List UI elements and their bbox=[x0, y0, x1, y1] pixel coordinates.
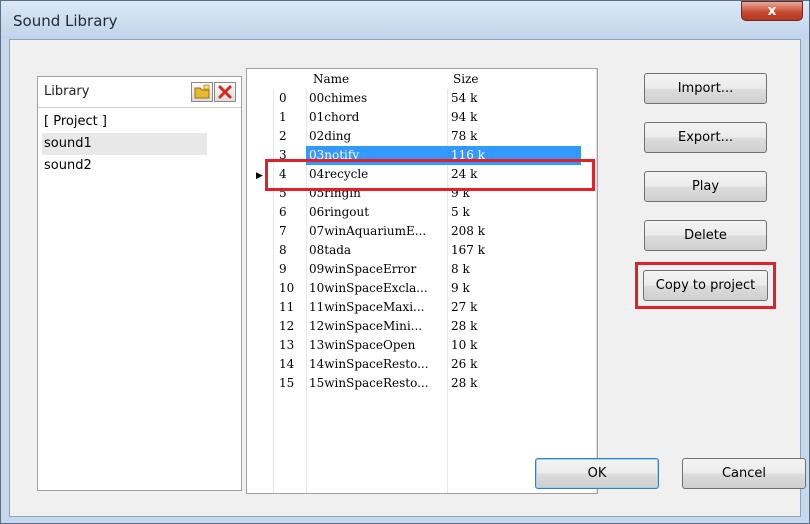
table-row[interactable]: 11 11winSpaceMaxi... 27 k bbox=[247, 298, 577, 317]
vertical-scrollbar[interactable]: ▲ ▼ bbox=[596, 69, 597, 493]
row-name-cell: 06ringout bbox=[309, 205, 370, 219]
delete-button[interactable]: Delete bbox=[644, 220, 767, 251]
row-index-cell: 6 bbox=[279, 205, 287, 219]
row-index-cell: 14 bbox=[279, 357, 295, 371]
table-row[interactable]: 14 14winSpaceResto... 26 k bbox=[247, 355, 577, 374]
row-index-cell: 10 bbox=[279, 281, 295, 295]
row-index-cell: 13 bbox=[279, 338, 295, 352]
row-name-cell: 13winSpaceOpen bbox=[309, 338, 416, 352]
library-item-sound2[interactable]: sound2 bbox=[42, 155, 207, 177]
table-row[interactable]: 15 15winSpaceResto... 28 k bbox=[247, 374, 577, 393]
folder-icon bbox=[194, 84, 210, 99]
row-name-cell: 15winSpaceResto... bbox=[309, 376, 429, 390]
library-item-label: sound1 bbox=[44, 136, 92, 151]
row-index-cell: 9 bbox=[279, 262, 287, 276]
row-index-cell: 0 bbox=[279, 91, 287, 105]
window-title: Sound Library bbox=[13, 12, 118, 30]
table-row[interactable]: 7 07winAquariumE... 208 k bbox=[247, 222, 577, 241]
column-header-size[interactable]: Size bbox=[453, 72, 478, 86]
table-row[interactable]: 6 06ringout 5 k bbox=[247, 203, 577, 222]
row-name-cell: 08tada bbox=[309, 243, 352, 257]
close-icon: x bbox=[767, 3, 777, 19]
row-name-cell: 00chimes bbox=[309, 91, 368, 105]
row-size-cell: 8 k bbox=[451, 262, 470, 276]
row-size-cell: 10 k bbox=[451, 338, 478, 352]
row-size-cell: 78 k bbox=[451, 129, 478, 143]
copy-to-project-button[interactable]: Copy to project bbox=[643, 270, 768, 301]
library-item-label: [ Project ] bbox=[44, 114, 107, 129]
table-row[interactable]: 2 02ding 78 k bbox=[247, 127, 577, 146]
delete-library-button[interactable] bbox=[214, 82, 236, 102]
close-button[interactable]: x bbox=[741, 1, 803, 21]
row-index-cell: 11 bbox=[279, 300, 295, 314]
row-size-cell: 5 k bbox=[451, 205, 470, 219]
table-row[interactable]: 10 10winSpaceExcla... 9 k bbox=[247, 279, 577, 298]
title-bar: Sound Library x bbox=[1, 1, 809, 39]
ok-button[interactable]: OK bbox=[535, 458, 659, 489]
table-row[interactable]: 9 09winSpaceError 8 k bbox=[247, 260, 577, 279]
import-button[interactable]: Import... bbox=[644, 73, 767, 104]
library-title: Library bbox=[44, 84, 90, 99]
row-size-cell: 94 k bbox=[451, 110, 478, 124]
row-size-cell: 54 k bbox=[451, 91, 478, 105]
table-row[interactable]: 12 12winSpaceMini... 28 k bbox=[247, 317, 577, 336]
row-index-cell: 7 bbox=[279, 224, 287, 238]
row-name-cell: 12winSpaceMini... bbox=[309, 319, 423, 333]
library-item-sound1[interactable]: sound1 bbox=[42, 133, 207, 155]
current-row-pointer-icon: ▶ bbox=[256, 171, 263, 181]
export-button[interactable]: Export... bbox=[644, 122, 767, 153]
row-size-cell: 9 k bbox=[451, 281, 470, 295]
library-panel: Library [ Project ] sound1 sound2 bbox=[37, 76, 242, 491]
library-header: Library bbox=[38, 77, 241, 108]
cancel-button[interactable]: Cancel bbox=[682, 458, 806, 489]
row-index-cell: 1 bbox=[279, 110, 287, 124]
library-item-label: sound2 bbox=[44, 158, 92, 173]
table-row[interactable]: 1 01chord 94 k bbox=[247, 108, 577, 127]
row-name-cell: 09winSpaceError bbox=[309, 262, 417, 276]
new-folder-button[interactable] bbox=[191, 82, 213, 102]
row-size-cell: 208 k bbox=[451, 224, 485, 238]
row-size-cell: 27 k bbox=[451, 300, 478, 314]
row-size-cell: 26 k bbox=[451, 357, 478, 371]
row-name-cell: 02ding bbox=[309, 129, 352, 143]
row-size-cell: 28 k bbox=[451, 376, 478, 390]
sound-grid[interactable]: Name Size 0 00chimes 54 k 1 01chord 94 k 2 02di… bbox=[246, 68, 598, 494]
table-row[interactable]: 13 13winSpaceOpen 10 k bbox=[247, 336, 577, 355]
row-index-cell: 8 bbox=[279, 243, 287, 257]
row-size-cell: 28 k bbox=[451, 319, 478, 333]
highlight-selected-row bbox=[265, 159, 595, 191]
dialog-content: Library [ Project ] sound1 sound2 Name S… bbox=[10, 51, 808, 517]
table-row[interactable]: 8 08tada 167 k bbox=[247, 241, 577, 260]
row-size-cell: 167 k bbox=[451, 243, 485, 257]
column-header-name[interactable]: Name bbox=[313, 72, 349, 86]
red-x-icon bbox=[218, 85, 232, 99]
row-index-cell: 2 bbox=[279, 129, 287, 143]
library-item-project[interactable]: [ Project ] bbox=[42, 111, 207, 133]
row-index-cell: 12 bbox=[279, 319, 295, 333]
row-name-cell: 10winSpaceExcla... bbox=[309, 281, 428, 295]
row-name-cell: 07winAquariumE... bbox=[309, 224, 427, 238]
play-button[interactable]: Play bbox=[644, 171, 767, 202]
sound-library-window: Sound Library x Library [Project] soun… bbox=[0, 0, 810, 524]
row-index-cell: 15 bbox=[279, 376, 295, 390]
row-name-cell: 01chord bbox=[309, 110, 360, 124]
grid-header: Name Size bbox=[247, 69, 597, 89]
row-name-cell: 14winSpaceResto... bbox=[309, 357, 429, 371]
table-row[interactable]: 0 00chimes 54 k bbox=[247, 89, 577, 108]
row-name-cell: 11winSpaceMaxi... bbox=[309, 300, 425, 314]
